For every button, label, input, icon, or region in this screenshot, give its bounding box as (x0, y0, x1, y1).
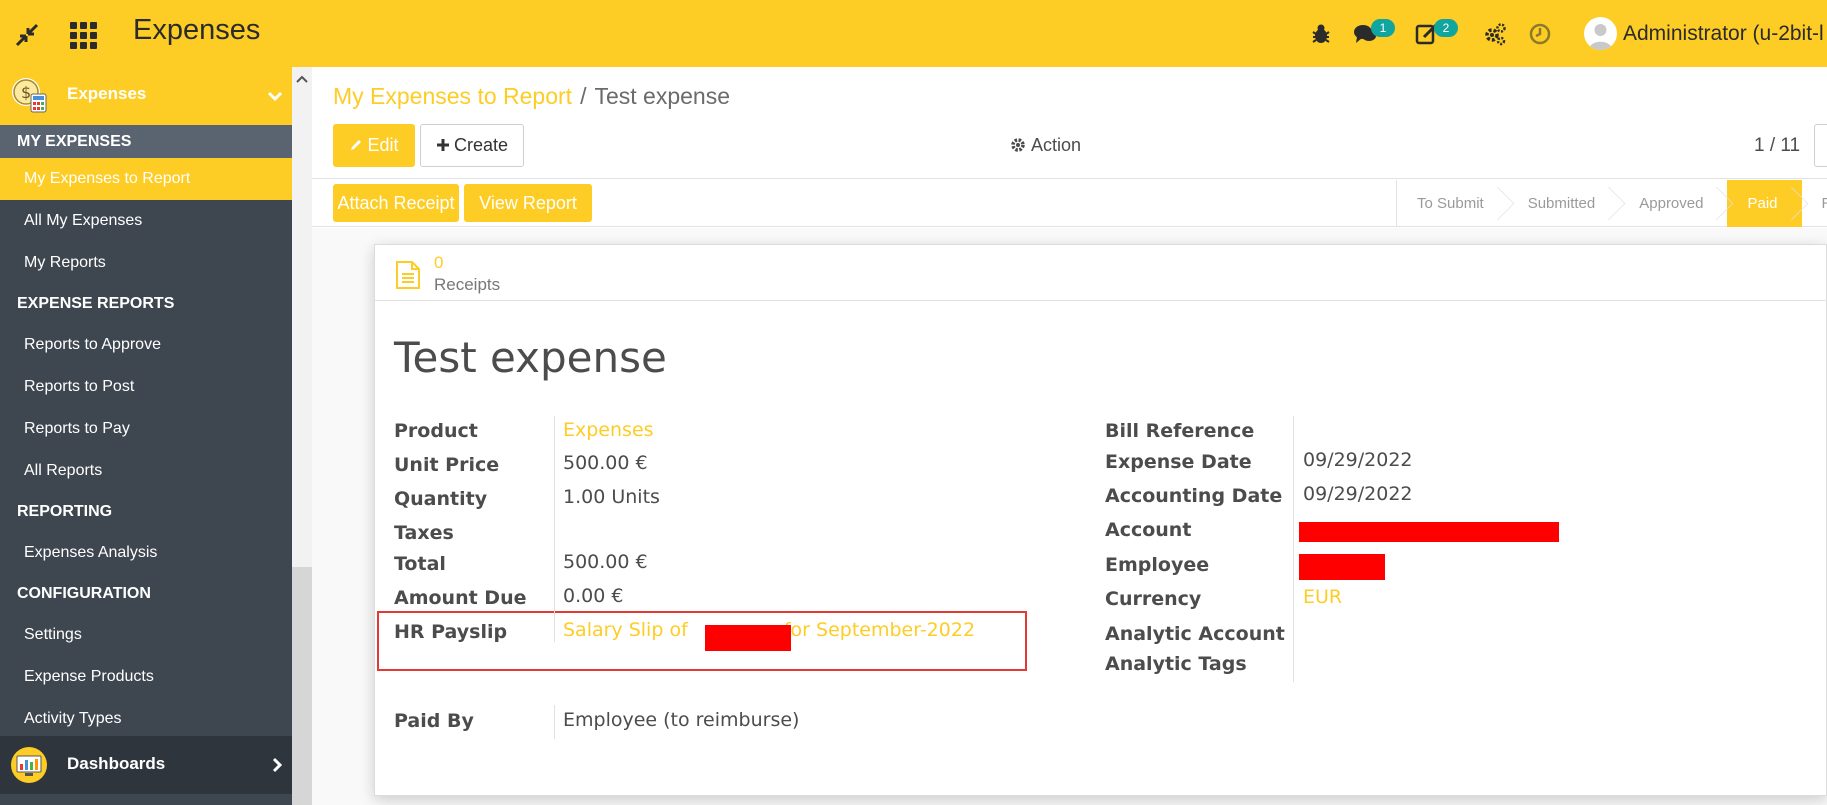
user-menu[interactable]: Administrator (u-2bit-l (1623, 22, 1824, 46)
sidebar-item-all-reports[interactable]: All Reports (0, 450, 292, 492)
sidebar-section-reporting: REPORTING (0, 492, 292, 532)
app-title: Expenses (133, 14, 261, 46)
activities-badge: 2 (1434, 19, 1458, 37)
redacted-employee (1299, 554, 1385, 580)
currency-value-link[interactable]: EUR (1303, 586, 1342, 608)
sidebar-item-my-reports[interactable]: My Reports (0, 242, 292, 284)
total-value: 500.00 € (563, 551, 648, 573)
expense-date-value: 09/29/2022 (1303, 449, 1413, 471)
collapse-icon[interactable] (14, 22, 40, 48)
pencil-icon (351, 140, 362, 150)
stage-to-submit[interactable]: To Submit (1397, 180, 1508, 227)
sidebar-item-settings[interactable]: Settings (0, 614, 292, 656)
unit-price-label: Unit Price (394, 454, 500, 476)
pager-value[interactable]: 1 / 11 (1754, 135, 1800, 157)
stage-submitted[interactable]: Submitted (1508, 180, 1620, 227)
form-statusbar: Attach Receipt View Report To Submit Sub… (312, 180, 1827, 227)
sidebar-section-expense-reports: EXPENSE REPORTS (0, 284, 292, 324)
stage-paid[interactable]: Paid (1727, 180, 1802, 227)
amount-due-value: 0.00 € (563, 585, 624, 607)
action-dropdown[interactable]: Action (1010, 135, 1081, 156)
sidebar-item-reports-to-post[interactable]: Reports to Post (0, 366, 292, 408)
sidebar-item-reports-to-approve[interactable]: Reports to Approve (0, 324, 292, 366)
taxes-label: Taxes (394, 522, 454, 544)
expenses-app-icon: $ (12, 78, 47, 113)
control-panel: My Expenses to Report / Test expense Edit … (312, 67, 1827, 179)
expense-title: Test expense (394, 333, 667, 382)
user-avatar[interactable] (1584, 17, 1617, 50)
analytic-account-label: Analytic Account (1105, 623, 1285, 645)
paid-by-divider (554, 705, 555, 739)
apps-menu-icon[interactable] (70, 22, 97, 49)
receipt-document-icon (396, 261, 420, 289)
scrollbar[interactable] (292, 567, 312, 805)
sidebar-app-label: Expenses (67, 84, 147, 103)
action-label: Action (1031, 135, 1082, 155)
currency-label: Currency (1105, 588, 1202, 610)
expense-date-label: Expense Date (1105, 451, 1252, 473)
svg-text:$: $ (21, 83, 31, 102)
gear-icon (1011, 138, 1025, 152)
accounting-date-label: Accounting Date (1105, 485, 1283, 507)
unit-price-value: 500.00 € (563, 452, 648, 474)
sidebar: $ Expenses MY EXPENSES My Expenses to Re… (0, 67, 292, 805)
dashboards-app-icon (11, 747, 47, 783)
edit-button[interactable]: Edit (333, 124, 415, 167)
messages-badge: 1 (1371, 19, 1395, 37)
highlight-box (377, 611, 1027, 671)
receipts-count: 0 (434, 253, 444, 272)
stage-approved[interactable]: Approved (1619, 180, 1727, 227)
left-group-divider (554, 416, 555, 642)
pager-previous-button[interactable] (1814, 124, 1827, 167)
sidebar-item-my-expenses-to-report[interactable]: My Expenses to Report (0, 158, 292, 200)
form-sheet: 0 Receipts Test expense Product Expenses… (374, 244, 1827, 796)
sidebar-scroll-gutter (292, 67, 312, 805)
product-label: Product (394, 420, 478, 442)
chevron-down-icon (267, 91, 283, 102)
smart-button-box: 0 Receipts (375, 245, 1827, 301)
paid-by-label: Paid By (394, 710, 474, 732)
view-report-button[interactable]: View Report (464, 184, 592, 222)
sidebar-item-all-my-expenses[interactable]: All My Expenses (0, 200, 292, 242)
create-button-label: Create (453, 135, 509, 155)
chevron-right-icon (272, 757, 283, 773)
amount-due-label: Amount Due (394, 587, 527, 609)
analytic-tags-label: Analytic Tags (1105, 653, 1247, 675)
receipts-label: Receipts (434, 275, 501, 294)
account-label: Account (1105, 519, 1192, 541)
sidebar-item-expense-products[interactable]: Expense Products (0, 656, 292, 698)
breadcrumb-parent-link[interactable]: My Expenses to Report (333, 83, 572, 109)
create-button[interactable]: Create (420, 124, 524, 167)
chevron-up-icon[interactable] (295, 73, 309, 87)
right-group-divider (1293, 416, 1294, 682)
sidebar-app-dashboards[interactable]: Dashboards (0, 736, 292, 794)
edit-button-label: Edit (367, 135, 399, 155)
paid-by-value: Employee (to reimburse) (563, 709, 800, 731)
clock-icon[interactable] (1528, 22, 1552, 46)
sidebar-item-activity-types[interactable]: Activity Types (0, 698, 292, 740)
product-value-link[interactable]: Expenses (563, 419, 654, 441)
top-navbar: Expenses 1 2 Administrator (u-2bit-l (0, 0, 1827, 67)
total-label: Total (394, 553, 446, 575)
redacted-account (1299, 522, 1559, 542)
quantity-label: Quantity (394, 488, 488, 510)
stage-pipeline: To Submit Submitted Approved Paid R (1396, 180, 1827, 227)
breadcrumb: My Expenses to Report / Test expense (333, 83, 730, 110)
sidebar-item-reports-to-pay[interactable]: Reports to Pay (0, 408, 292, 450)
dashboards-label: Dashboards (67, 754, 166, 773)
sidebar-item-expenses-analysis[interactable]: Expenses Analysis (0, 532, 292, 574)
sidebar-section-configuration: CONFIGURATION (0, 574, 292, 614)
attach-receipt-button[interactable]: Attach Receipt (333, 184, 459, 222)
sidebar-section-my-expenses: MY EXPENSES (0, 125, 292, 158)
plus-icon (436, 139, 449, 151)
quantity-value: 1.00 Units (563, 486, 660, 508)
settings-gears-icon[interactable] (1483, 22, 1507, 46)
employee-label: Employee (1105, 554, 1210, 576)
accounting-date-value: 09/29/2022 (1303, 483, 1413, 505)
debug-bug-icon[interactable] (1309, 22, 1333, 46)
breadcrumb-current: Test expense (594, 83, 730, 109)
breadcrumb-separator: / (580, 83, 587, 109)
bill-reference-label: Bill Reference (1105, 420, 1255, 442)
sidebar-app-expenses[interactable]: $ Expenses (0, 67, 292, 125)
